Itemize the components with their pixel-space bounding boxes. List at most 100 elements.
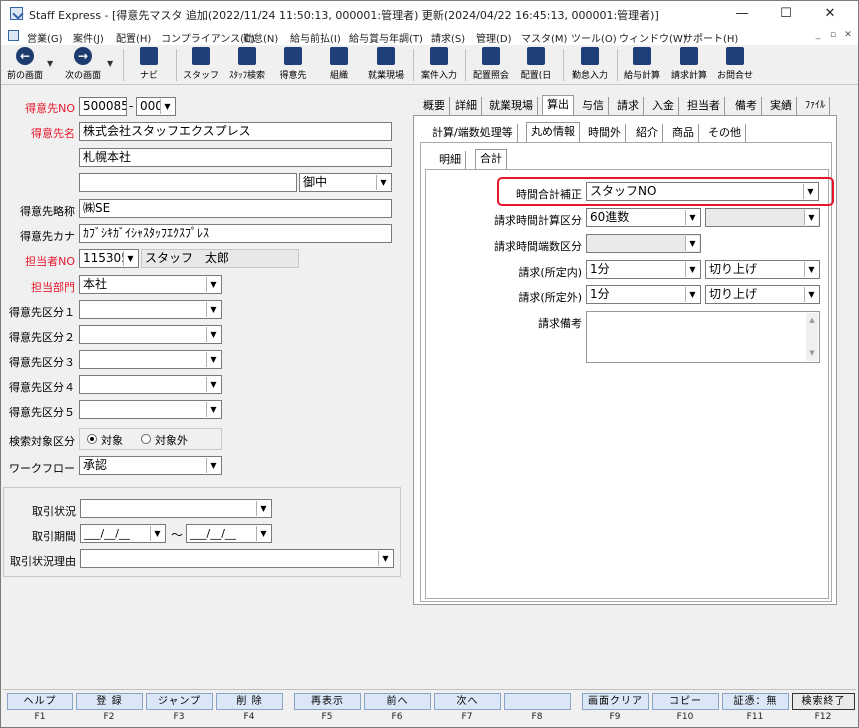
- kana-input[interactable]: ｶﾌﾞｼｷｶﾞｲｼｬｽﾀｯﾌｴｸｽﾌﾟﾚｽ: [79, 224, 392, 243]
- f7-next-button[interactable]: 次へ: [434, 693, 501, 710]
- cat3-select[interactable]: ▼: [79, 350, 222, 369]
- child-window-icon[interactable]: [8, 30, 19, 41]
- innertab-total[interactable]: 合計: [475, 149, 507, 169]
- cat1-select[interactable]: ▼: [79, 300, 222, 319]
- billing-note-textarea[interactable]: ▲ ▼: [586, 311, 820, 363]
- next-screen-button[interactable]: → 次の画面: [61, 47, 105, 83]
- f8-button[interactable]: [504, 693, 571, 710]
- note-scrollbar[interactable]: ▲ ▼: [806, 313, 818, 361]
- subtab-calc-rounding[interactable]: 計算/端数処理等: [428, 124, 518, 142]
- assign-day-button[interactable]: 配置(日: [516, 47, 556, 83]
- worksite-button[interactable]: 就業現場: [363, 47, 409, 83]
- assign-inquiry-button[interactable]: 配置照会: [468, 47, 514, 83]
- subtab-overtime[interactable]: 時間外: [584, 124, 626, 142]
- customer-name3-input[interactable]: [79, 173, 297, 192]
- billing-out-mode-select[interactable]: 切り上げ ▼: [705, 285, 820, 304]
- prev-dropdown-icon[interactable]: ▼: [47, 59, 53, 68]
- search-target-on-radio[interactable]: [87, 434, 97, 444]
- f11-evidence-button[interactable]: 証憑：無: [722, 693, 789, 710]
- job-input-button[interactable]: 案件入力: [416, 47, 462, 83]
- menu-attendance[interactable]: 勤怠(N): [243, 30, 278, 45]
- billing-calc2-select[interactable]: ▼: [705, 208, 820, 227]
- staff-search-button[interactable]: ｽﾀｯﾌ検索: [224, 47, 270, 83]
- scroll-down-icon[interactable]: ▼: [806, 346, 818, 361]
- cat4-select[interactable]: ▼: [79, 375, 222, 394]
- honorific-select[interactable]: 御中 ▼: [299, 173, 392, 192]
- minimize-button[interactable]: —: [720, 1, 764, 27]
- f9-clear-button[interactable]: 画面クリア: [582, 693, 649, 710]
- f6-prev-button[interactable]: 前へ: [364, 693, 431, 710]
- billing-in-mode-select[interactable]: 切り上げ ▼: [705, 260, 820, 279]
- billing-frac-select[interactable]: ▼: [586, 234, 701, 253]
- menu-admin[interactable]: 管理(D): [476, 30, 512, 45]
- search-target-off-radio[interactable]: [141, 434, 151, 444]
- staff-button[interactable]: スタッフ: [181, 47, 221, 83]
- navi-button[interactable]: ナビ: [129, 47, 169, 83]
- person-no-select[interactable]: 115305 ▼: [79, 249, 139, 268]
- tab-payment[interactable]: 入金: [648, 97, 679, 115]
- tab-worksite[interactable]: 就業現場: [485, 97, 538, 115]
- menu-assign[interactable]: 配置(H): [116, 30, 151, 45]
- maximize-button[interactable]: ☐: [764, 1, 808, 27]
- next-dropdown-icon[interactable]: ▼: [107, 59, 113, 68]
- billing-calc-button[interactable]: 請求計算: [666, 47, 712, 83]
- billing-calc-select[interactable]: 60進数 ▼: [586, 208, 701, 227]
- f4-delete-button[interactable]: 削 除: [216, 693, 283, 710]
- menu-billing[interactable]: 請求(S): [431, 30, 465, 45]
- billing-out-select[interactable]: 1分 ▼: [586, 285, 701, 304]
- tab-staff-in-charge[interactable]: 担当者: [683, 97, 725, 115]
- subtab-referral[interactable]: 紹介: [632, 124, 663, 142]
- customer-name-input[interactable]: 株式会社スタッフエクスプレス: [79, 122, 392, 141]
- dept-select[interactable]: 本社 ▼: [79, 275, 222, 294]
- branch-name-input[interactable]: 札幌本社: [79, 148, 392, 167]
- menu-sales[interactable]: 営業(G): [27, 30, 63, 45]
- menu-support[interactable]: サポート(H): [683, 30, 738, 45]
- mdi-restore-button[interactable]: ▫: [826, 29, 840, 42]
- subtab-products[interactable]: 商品: [668, 124, 699, 142]
- trade-status-select[interactable]: ▼: [80, 499, 272, 518]
- f3-jump-button[interactable]: ジャンプ: [146, 693, 213, 710]
- f2-register-button[interactable]: 登 録: [76, 693, 143, 710]
- innertab-detail[interactable]: 明細: [435, 151, 466, 169]
- mdi-close-button[interactable]: ✕: [841, 29, 855, 42]
- tab-credit[interactable]: 与信: [578, 97, 609, 115]
- close-button[interactable]: ✕: [808, 1, 852, 27]
- f1-help-button[interactable]: ヘルプ: [7, 693, 73, 710]
- cat5-select[interactable]: ▼: [79, 400, 222, 419]
- salary-calc-button[interactable]: 給与計算: [620, 47, 664, 83]
- subtab-rounding-info[interactable]: 丸め情報: [526, 122, 580, 142]
- tab-notes[interactable]: 備考: [731, 97, 762, 115]
- tab-files[interactable]: ﾌｧｲﾙ: [801, 97, 830, 115]
- menu-jobs[interactable]: 案件(J): [73, 30, 104, 45]
- menu-advance-pay[interactable]: 給与前払(I): [290, 30, 341, 45]
- tab-details[interactable]: 詳細: [451, 97, 482, 115]
- subtab-others[interactable]: その他: [704, 124, 746, 142]
- tab-overview[interactable]: 概要: [419, 97, 450, 115]
- menu-compliance[interactable]: コンプライアンス(C): [161, 30, 255, 45]
- tab-billing[interactable]: 請求: [613, 97, 644, 115]
- customer-button[interactable]: 得意先: [273, 47, 313, 83]
- prev-screen-button[interactable]: ← 前の画面: [3, 47, 47, 83]
- trade-reason-select[interactable]: ▼: [80, 549, 394, 568]
- inquiry-button[interactable]: お問合せ: [713, 47, 757, 83]
- f10-copy-button[interactable]: コピー: [652, 693, 719, 710]
- menu-window[interactable]: ウィンドウ(W): [619, 30, 687, 45]
- trade-period-from-select[interactable]: ___/__/__ ▼: [80, 524, 166, 543]
- customer-no-input[interactable]: 500085: [79, 97, 127, 116]
- short-name-input[interactable]: ㈱SE: [79, 199, 392, 218]
- billing-in-select[interactable]: 1分 ▼: [586, 260, 701, 279]
- tab-calculation[interactable]: 算出: [542, 95, 574, 115]
- menu-tools[interactable]: ツール(O): [571, 30, 617, 45]
- scroll-up-icon[interactable]: ▲: [806, 313, 818, 328]
- attendance-input-button[interactable]: 勤怠入力: [567, 47, 613, 83]
- cat2-select[interactable]: ▼: [79, 325, 222, 344]
- f12-exit-search-button[interactable]: 検索終了: [792, 693, 855, 710]
- tab-results[interactable]: 実績: [766, 97, 797, 115]
- f5-refresh-button[interactable]: 再表示: [294, 693, 361, 710]
- workflow-select[interactable]: 承認 ▼: [79, 456, 222, 475]
- customer-no-sub-select[interactable]: 000 ▼: [136, 97, 176, 116]
- trade-period-to-select[interactable]: ___/__/__ ▼: [186, 524, 272, 543]
- menu-master[interactable]: マスタ(M): [521, 30, 567, 45]
- menu-salary[interactable]: 給与賞与年調(T): [349, 30, 423, 45]
- mdi-minimize-button[interactable]: _: [811, 29, 825, 42]
